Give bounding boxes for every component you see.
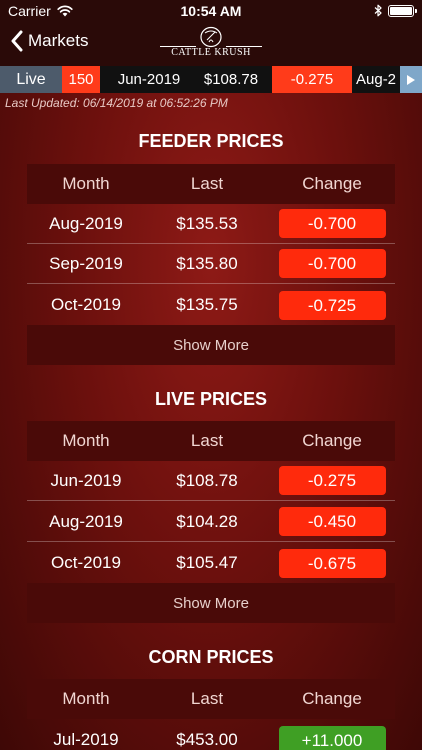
ticker-item: 150 (62, 66, 100, 93)
live-show-more-button[interactable]: Show More (27, 583, 395, 623)
battery-icon (388, 4, 417, 17)
table-row[interactable]: Aug-2019 $135.53 -0.700 (27, 204, 395, 244)
last-price-cell: $108.78 (176, 470, 238, 490)
last-price-cell: $135.53 (176, 213, 238, 233)
column-header-change: Change (302, 174, 362, 193)
last-price-cell: $135.75 (176, 295, 238, 314)
back-button[interactable]: Markets (10, 30, 88, 52)
change-badge: -0.675 (278, 548, 386, 578)
live-table-header: Month Last Change (27, 421, 395, 461)
corn-table-header: Month Last Change (27, 679, 395, 719)
ticker-item: -0.275 (272, 66, 352, 93)
live-tab[interactable]: Live (0, 66, 62, 93)
logo-emblem-icon (200, 26, 222, 48)
ticker-item: Aug-2 (356, 71, 397, 88)
column-header-last: Last (190, 174, 224, 193)
play-arrow-icon (407, 74, 415, 85)
last-price-cell: $105.47 (176, 553, 238, 572)
change-badge: -0.275 (278, 466, 386, 495)
column-header-month: Month (62, 174, 110, 193)
change-badge: +11.000 (278, 725, 386, 750)
change-badge: -0.725 (278, 290, 386, 320)
logo-text: CATTLE KRUSH (171, 47, 251, 58)
month-cell: Sep-2019 (49, 253, 123, 273)
corn-prices-title: CORN PRICES (148, 647, 274, 667)
status-bar: Carrier 10:54 AM (0, 0, 422, 22)
column-header-last: Last (190, 689, 224, 708)
change-badge: -0.700 (278, 209, 386, 238)
feeder-table-header: Month Last Change (27, 164, 395, 204)
column-header-month: Month (62, 431, 110, 450)
cattle-krush-logo: CATTLE KRUSH (160, 26, 262, 62)
live-prices-title: LIVE PRICES (154, 389, 268, 409)
column-header-month: Month (62, 689, 110, 708)
ticker-item: Jun-2019 (117, 71, 181, 88)
month-cell: Oct-2019 (51, 553, 121, 572)
column-header-change: Change (302, 431, 362, 450)
status-time: 10:54 AM (180, 3, 242, 19)
last-price-cell: $453.00 (176, 730, 238, 749)
table-row[interactable]: Oct-2019 $105.47 -0.675 (27, 543, 395, 583)
bluetooth-icon (374, 4, 382, 17)
month-cell: Aug-2019 (49, 213, 123, 233)
table-row[interactable]: Jun-2019 $108.78 -0.275 (27, 461, 395, 501)
feeder-show-more-button[interactable]: Show More (27, 325, 395, 365)
table-row[interactable]: Jul-2019 $453.00 +11.000 (27, 720, 395, 750)
table-row[interactable]: Sep-2019 $135.80 -0.700 (27, 244, 395, 284)
back-button-label: Markets (28, 31, 89, 50)
month-cell: Jul-2019 (53, 730, 119, 749)
month-cell: Aug-2019 (49, 511, 123, 531)
month-cell: Jun-2019 (50, 470, 122, 490)
ticker-item: $108.78 (203, 71, 259, 88)
feeder-prices-title: FEEDER PRICES (138, 131, 284, 151)
ticker-next-button[interactable] (400, 66, 422, 93)
price-ticker: 150 Jun-2019 $108.78 -0.275 Aug-2 Live (0, 66, 422, 93)
last-price-cell: $104.28 (176, 511, 238, 531)
table-row[interactable]: Oct-2019 $135.75 -0.725 (27, 285, 395, 325)
navigation-bar: Markets CATTLE KRUSH (0, 22, 422, 66)
last-updated-text: Last Updated: 06/14/2019 at 06:52:26 PM (5, 96, 228, 110)
change-badge: -0.700 (278, 249, 386, 278)
month-cell: Oct-2019 (51, 295, 121, 314)
change-badge: -0.450 (278, 507, 386, 536)
table-row[interactable]: Aug-2019 $104.28 -0.450 (27, 502, 395, 542)
chevron-left-icon (11, 30, 23, 52)
status-right (374, 4, 417, 17)
column-header-change: Change (302, 689, 362, 708)
column-header-last: Last (190, 431, 224, 450)
last-price-cell: $135.80 (176, 253, 238, 273)
